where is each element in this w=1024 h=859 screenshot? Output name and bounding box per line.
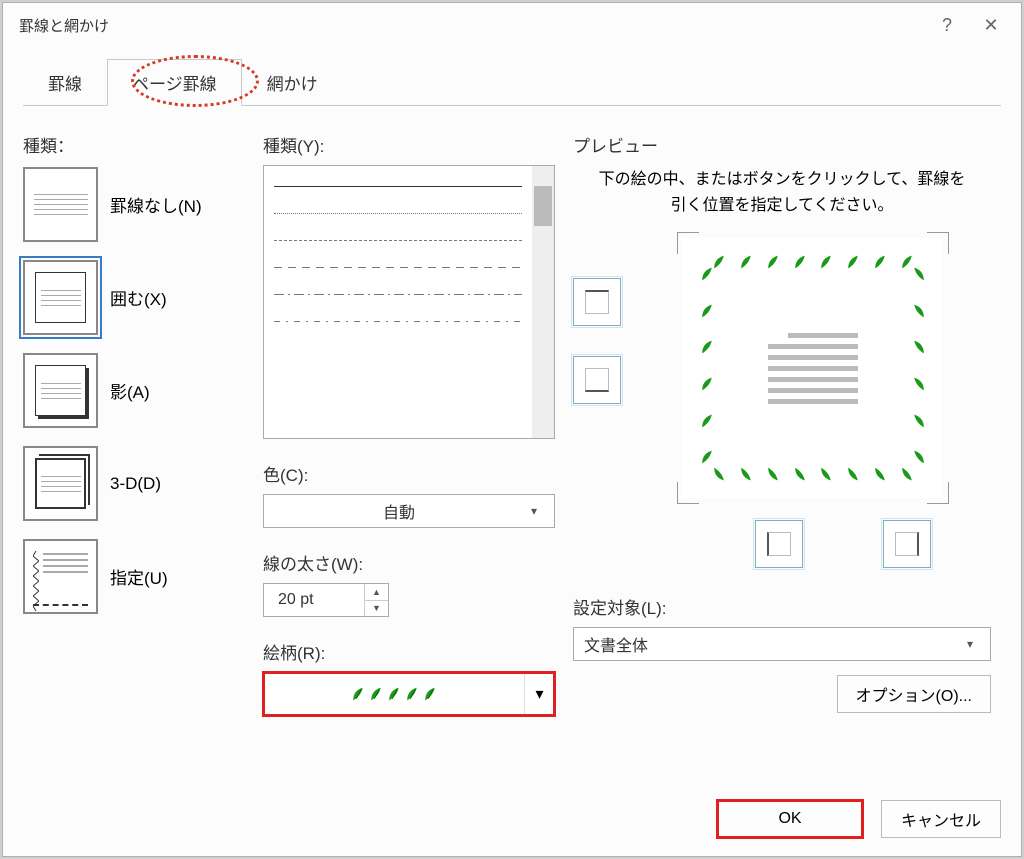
art-heading: 絵柄(R): xyxy=(263,639,555,664)
setting-3d-label: 3-D(D) xyxy=(110,474,161,494)
ok-button[interactable]: OK xyxy=(717,800,863,838)
art-pattern-preview xyxy=(264,686,524,702)
zigzag-icon xyxy=(33,551,39,611)
dialog-footer: OK キャンセル xyxy=(3,782,1021,856)
setting-box-thumb xyxy=(23,260,98,335)
setting-shadow-label: 影(A) xyxy=(110,378,150,403)
color-heading: 色(C): xyxy=(263,461,555,486)
apply-to-dropdown[interactable]: 文書全体 ▾ xyxy=(573,627,991,661)
width-value: 20 pt xyxy=(274,591,364,609)
edge-top-button[interactable] xyxy=(573,278,621,326)
preview-page[interactable] xyxy=(683,238,943,498)
setting-shadow-thumb xyxy=(23,353,98,428)
tab-shading[interactable]: 網かけ xyxy=(242,59,343,106)
setting-custom-label: 指定(U) xyxy=(110,564,168,589)
color-value: 自動 xyxy=(274,499,524,523)
preview-doc-icon xyxy=(768,333,858,404)
setting-custom[interactable]: 指定(U) xyxy=(23,539,245,614)
width-heading: 線の太さ(W): xyxy=(263,550,555,575)
line-style-scrollbar[interactable] xyxy=(532,166,554,438)
options-button[interactable]: オプション(O)... xyxy=(837,675,991,713)
dialog-title: 罫線と網かけ xyxy=(19,15,925,36)
titlebar: 罫線と網かけ ? ✕ xyxy=(3,3,1021,47)
apply-to-value: 文書全体 xyxy=(584,632,960,656)
setting-3d[interactable]: 3-D(D) xyxy=(23,446,245,521)
tab-borders[interactable]: 罫線 xyxy=(23,59,107,106)
line-style-list[interactable] xyxy=(263,165,555,439)
tab-page-borders[interactable]: ページ罫線 xyxy=(107,59,242,106)
setting-heading: 種類： xyxy=(23,132,245,157)
setting-custom-thumb xyxy=(23,539,98,614)
spinner-buttons[interactable]: ▲▼ xyxy=(364,584,388,616)
edge-bottom-button[interactable] xyxy=(573,356,621,404)
borders-shading-dialog: 罫線と網かけ ? ✕ 罫線 ページ罫線 網かけ 種類： 罫線なし(N) xyxy=(2,2,1022,857)
color-dropdown[interactable]: 自動 ▾ xyxy=(263,494,555,528)
line-style-heading: 種類(Y): xyxy=(263,132,555,157)
tab-strip: 罫線 ページ罫線 網かけ xyxy=(23,59,1001,106)
chevron-down-icon: ▾ xyxy=(524,673,554,715)
art-dropdown[interactable]: ▾ xyxy=(263,672,555,716)
cancel-button[interactable]: キャンセル xyxy=(881,800,1001,838)
setting-none-thumb xyxy=(23,167,98,242)
preview-heading: プレビュー xyxy=(573,132,991,157)
setting-none[interactable]: 罫線なし(N) xyxy=(23,167,245,242)
setting-box-label: 囲む(X) xyxy=(110,285,167,310)
help-button[interactable]: ? xyxy=(925,3,969,47)
edge-left-button[interactable] xyxy=(755,520,803,568)
apply-to-heading: 設定対象(L): xyxy=(573,594,991,619)
close-button[interactable]: ✕ xyxy=(969,3,1013,47)
setting-3d-thumb xyxy=(23,446,98,521)
chevron-down-icon: ▾ xyxy=(960,637,980,651)
preview-instruction: 下の絵の中、またはボタンをクリックして、罫線を引く位置を指定してください。 xyxy=(593,167,971,218)
setting-box[interactable]: 囲む(X) xyxy=(23,260,245,335)
setting-none-label: 罫線なし(N) xyxy=(110,192,202,217)
edge-right-button[interactable] xyxy=(883,520,931,568)
width-spinner[interactable]: 20 pt ▲▼ xyxy=(263,583,389,617)
setting-shadow[interactable]: 影(A) xyxy=(23,353,245,428)
chevron-down-icon: ▾ xyxy=(524,504,544,518)
